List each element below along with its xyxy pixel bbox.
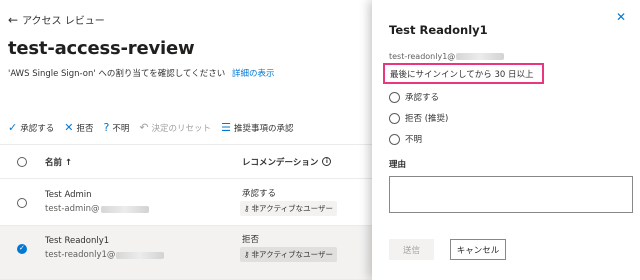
submit-button[interactable]: 送信 xyxy=(389,239,434,260)
column-header-recommendation: レコメンデーション i xyxy=(242,156,332,168)
user-name: Test Admin xyxy=(45,190,92,200)
option-deny-label: 拒否 (推奨) xyxy=(405,114,449,124)
table-row[interactable]: Test Readonly1 test-readonly1@ 拒否 ⚷ 非アクテ… xyxy=(0,226,372,280)
back-arrow-icon: ← xyxy=(8,12,19,27)
page-title: test-access-review xyxy=(8,38,195,59)
option-approve[interactable]: 承認する xyxy=(389,91,439,103)
reset-label: 決定のリセット xyxy=(151,123,212,134)
accept-recommendations-button[interactable]: ☰ 推奨事項の承認 xyxy=(221,121,293,134)
select-all-radio[interactable] xyxy=(17,156,27,167)
redacted-domain xyxy=(100,205,149,213)
key-icon: ⚷ xyxy=(244,250,250,259)
badge-label: 非アクティブなユーザー xyxy=(251,250,334,259)
question-icon: ? xyxy=(103,121,110,134)
deny-label: 拒否 xyxy=(76,123,94,134)
reason-input[interactable] xyxy=(389,176,633,213)
redacted-domain xyxy=(116,251,165,259)
recommendation-value: 承認する xyxy=(242,189,277,199)
close-icon[interactable]: ✕ xyxy=(616,10,626,24)
key-icon: ⚷ xyxy=(244,204,250,213)
column-header-name[interactable]: 名前 ↑ xyxy=(45,156,72,168)
panel-email-prefix: test-readonly1@ xyxy=(389,52,456,61)
accept-recommendations-label: 推奨事項の承認 xyxy=(233,123,294,134)
access-review-page: ← アクセス レビュー test-access-review 'AWS Sing… xyxy=(0,0,372,280)
details-link[interactable]: 詳細の表示 xyxy=(232,69,275,79)
deny-radio[interactable] xyxy=(389,112,400,124)
inactive-user-badge: ⚷ 非アクティブなユーザー xyxy=(240,247,338,262)
dont-know-radio[interactable] xyxy=(389,133,400,145)
last-signin-info: 最後にサインインしてから 30 日以上 xyxy=(383,63,544,84)
user-email: test-readonly1@ xyxy=(45,250,165,260)
page-description: 'AWS Single Sign-on' への割り当てを確認してください 詳細の… xyxy=(8,67,274,79)
user-email-prefix: test-readonly1@ xyxy=(45,250,116,260)
option-deny[interactable]: 拒否 (推奨) xyxy=(389,112,448,124)
deny-button[interactable]: ✕ 拒否 xyxy=(64,121,93,134)
back-link[interactable]: ← アクセス レビュー xyxy=(8,12,105,28)
redacted-domain xyxy=(456,53,505,60)
option-approve-label: 承認する xyxy=(405,93,440,103)
description-text: 'AWS Single Sign-on' への割り当てを確認してください xyxy=(8,69,226,79)
inactive-user-badge: ⚷ 非アクティブなユーザー xyxy=(240,201,338,216)
review-detail-panel: Test Readonly1 ✕ test-readonly1@ 最後にサインイ… xyxy=(372,0,640,280)
recommendation-value: 拒否 xyxy=(242,235,260,245)
info-icon[interactable]: i xyxy=(322,157,332,166)
panel-title: Test Readonly1 xyxy=(389,23,488,37)
badge-label: 非アクティブなユーザー xyxy=(251,204,334,213)
option-dont-know[interactable]: 不明 xyxy=(389,133,422,145)
reset-decision-button[interactable]: ↶ 決定のリセット xyxy=(139,121,211,134)
toolbar: ✓ 承認する ✕ 拒否 ? 不明 ↶ 決定のリセット ☰ 推奨事項の承認 xyxy=(8,121,303,134)
user-name: Test Readonly1 xyxy=(45,236,110,246)
checklist-icon: ☰ xyxy=(221,121,231,134)
approve-button[interactable]: ✓ 承認する xyxy=(8,121,54,134)
user-email-prefix: test-admin@ xyxy=(45,204,100,214)
cross-icon: ✕ xyxy=(64,121,74,134)
checkmark-icon: ✓ xyxy=(8,121,18,134)
user-email: test-admin@ xyxy=(45,204,149,214)
cancel-button[interactable]: キャンセル xyxy=(450,239,506,260)
approve-radio[interactable] xyxy=(389,91,400,103)
row-select-radio[interactable] xyxy=(17,198,27,208)
approve-label: 承認する xyxy=(20,123,55,134)
reset-icon: ↶ xyxy=(139,121,149,134)
dont-know-label: 不明 xyxy=(112,123,130,134)
panel-user-email: test-readonly1@ xyxy=(389,52,505,61)
table-row[interactable]: Test Admin test-admin@ 承認する ⚷ 非アクティブなユーザ… xyxy=(0,180,372,226)
recommendation-header-label: レコメンデーション xyxy=(242,157,319,168)
reason-label: 理由 xyxy=(389,160,407,170)
option-dont-know-label: 不明 xyxy=(405,135,423,145)
row-select-radio[interactable] xyxy=(17,244,27,254)
dont-know-button[interactable]: ? 不明 xyxy=(103,121,129,134)
table-header: 名前 ↑ レコメンデーション i xyxy=(0,145,372,179)
back-label: アクセス レビュー xyxy=(22,16,105,27)
